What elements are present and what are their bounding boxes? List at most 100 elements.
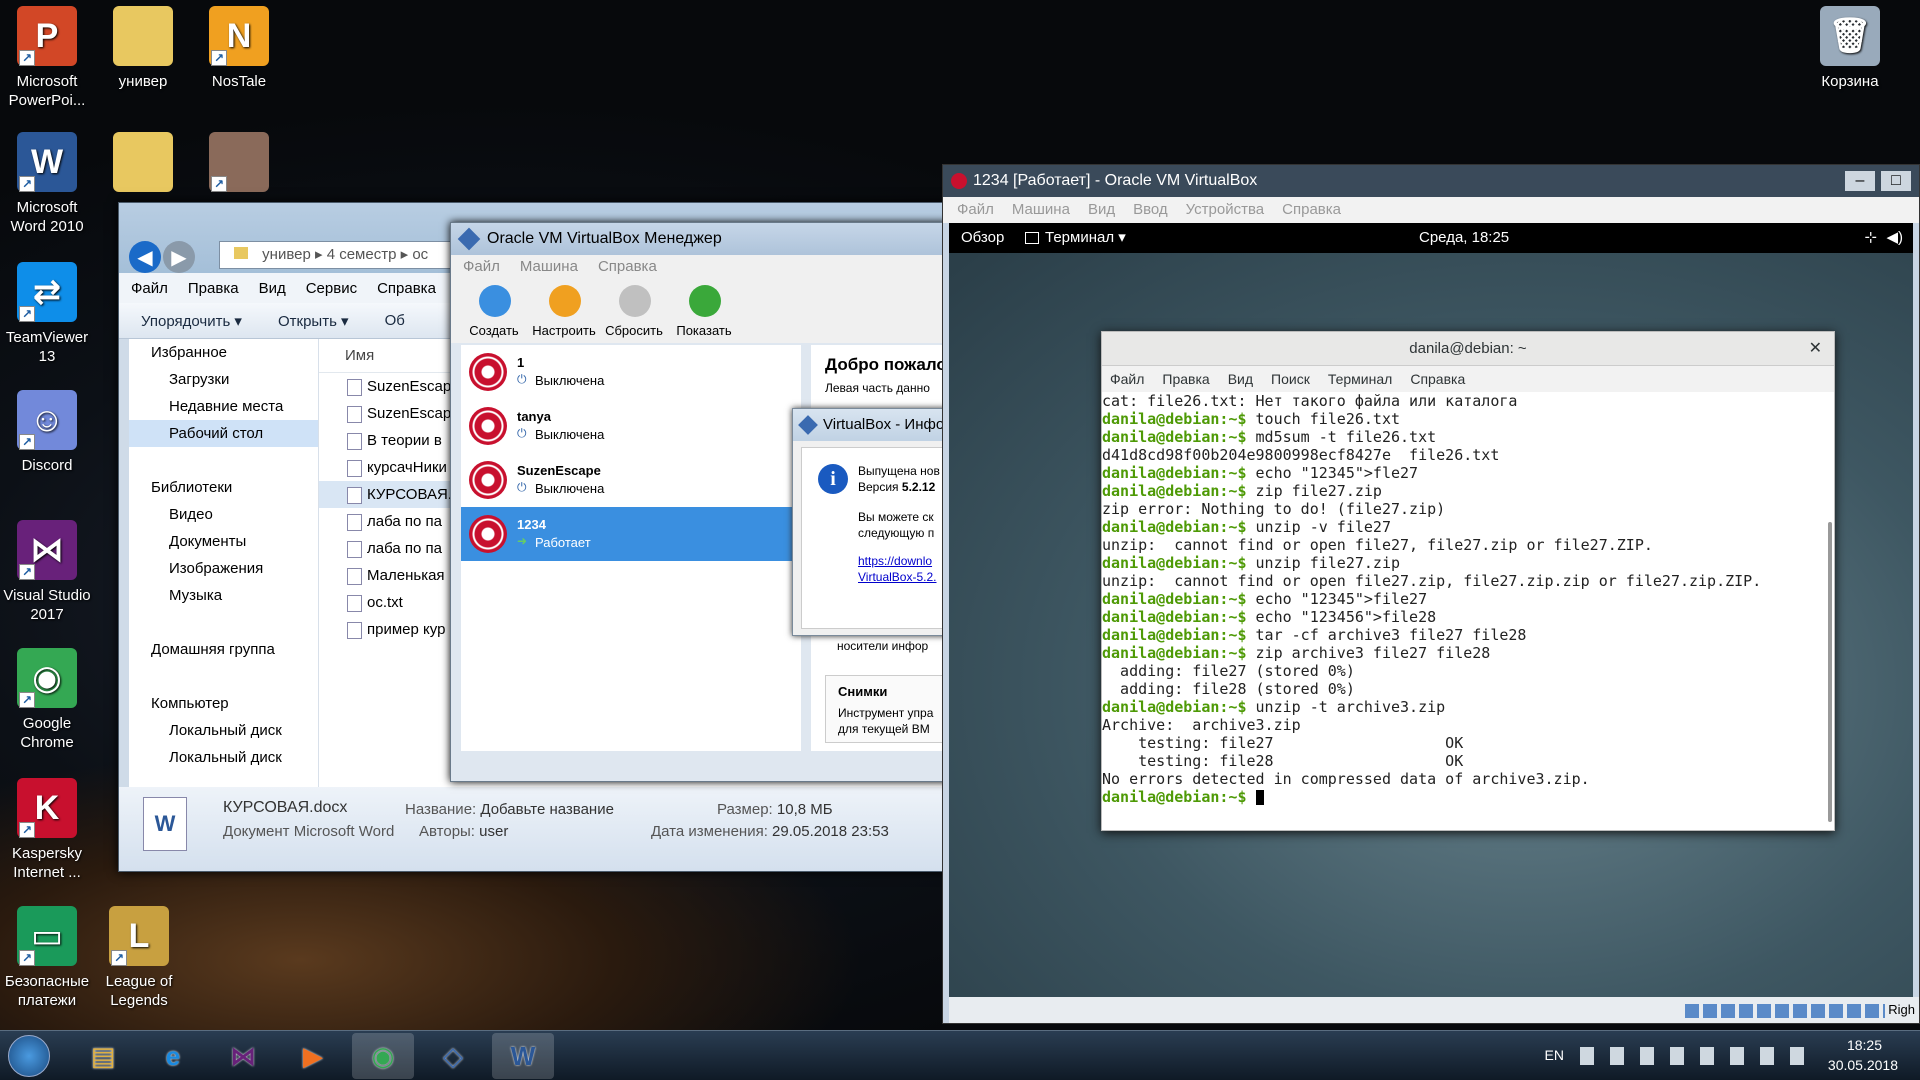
vm-menu-item[interactable]: Устройства [1186, 201, 1264, 218]
forward-icon[interactable]: ▶ [163, 241, 195, 273]
back-icon[interactable]: ◀ [129, 241, 161, 273]
snapshots-heading[interactable]: Снимки [838, 684, 887, 699]
desktop-icon-word[interactable]: W ↗ Microsoft Word 2010 [0, 126, 97, 252]
vbm-menu-item[interactable]: Машина [520, 258, 578, 275]
vm-menu-item[interactable]: Файл [957, 201, 994, 218]
tray-icons[interactable] [1580, 1047, 1820, 1065]
clock-time[interactable]: 18:25 [1847, 1037, 1882, 1053]
breadcrumb[interactable]: универ ▸ 4 семестр ▸ ос [262, 246, 428, 263]
vbm-tool-3[interactable]: Показать [669, 279, 739, 343]
desktop-icon-discord[interactable]: ☺ ↗ Discord [0, 384, 97, 510]
terminal-menu-item[interactable]: Вид [1228, 371, 1253, 387]
close-icon[interactable]: ✕ [1809, 332, 1822, 366]
authors-value[interactable]: user [479, 823, 508, 840]
nav-item[interactable]: Видео [129, 501, 318, 528]
app-menu[interactable]: Терминал ▾ [1045, 223, 1126, 253]
menu-item-3[interactable]: Сервис [306, 280, 357, 297]
nav-item[interactable]: Документы [129, 528, 318, 555]
minimize-button[interactable]: – [1845, 171, 1875, 191]
activities-button[interactable]: Обзор [961, 223, 1004, 253]
breadcrumb-item[interactable]: 4 семестр [327, 246, 397, 263]
nav-item[interactable]: Изображения [129, 555, 318, 582]
desktop-icon-univer1[interactable]: универ [93, 0, 193, 126]
vbm-tool-1[interactable]: Настроить [529, 279, 599, 343]
nav-item[interactable]: Библиотеки [129, 474, 318, 501]
desktop-icon-vs[interactable]: ⋈ ↗ Visual Studio 2017 [0, 514, 97, 640]
vbm-tool-2[interactable]: Сбросить [599, 279, 669, 343]
vm-menu-item[interactable]: Машина [1012, 201, 1070, 218]
vm-list-item[interactable]: 1234 ➜ Работает [461, 507, 801, 561]
nav-item[interactable]: Компьютер [129, 690, 318, 717]
chevron-right-icon[interactable]: ▸ [396, 246, 412, 263]
nav-item[interactable]: Загрузки [129, 366, 318, 393]
terminal-line: No errors detected in compressed data of… [1102, 770, 1834, 788]
nav-item[interactable]: Рабочий стол [129, 420, 318, 447]
terminal-menu-item[interactable]: Поиск [1271, 371, 1310, 387]
taskbar-ie-icon[interactable]: e [142, 1033, 204, 1079]
vbm-menu-item[interactable]: Файл [463, 258, 500, 275]
desktop-icon-ppt[interactable]: P ↗ Microsoft PowerPoi... [0, 0, 97, 126]
toolbar-button-0[interactable]: Упорядочить ▾ [141, 312, 242, 330]
vm-menu-item[interactable]: Справка [1282, 201, 1341, 218]
breadcrumb-item[interactable]: ос [412, 246, 428, 263]
taskbar-media-player-icon[interactable]: ▶ [282, 1033, 344, 1079]
terminal-output[interactable]: cat: file26.txt: Нет такого файла или ка… [1102, 392, 1834, 806]
vm-menu-item[interactable]: Ввод [1133, 201, 1168, 218]
vm-list-item[interactable]: 1 ⏻ Выключена [461, 345, 801, 399]
menu-item-2[interactable]: Вид [259, 280, 286, 297]
scrollbar[interactable] [1828, 522, 1832, 822]
vbm-tool-0[interactable]: Создать [459, 279, 529, 343]
taskbar-virtualbox-icon[interactable]: ◇ [422, 1033, 484, 1079]
language-indicator[interactable]: EN [1545, 1047, 1564, 1063]
download-link[interactable]: https://downlo [858, 554, 932, 568]
terminal-menu-item[interactable]: Терминал [1328, 371, 1392, 387]
terminal-menu-item[interactable]: Файл [1110, 371, 1144, 387]
nav-item[interactable]: Недавние места [129, 393, 318, 420]
vbm-menu-item[interactable]: Справка [598, 258, 657, 275]
vm-window[interactable]: 1234 [Работает] - Oracle VM VirtualBox –… [942, 164, 1920, 1024]
taskbar-chrome-icon[interactable]: ◉ [352, 1033, 414, 1079]
nav-item[interactable]: Домашняя группа [129, 636, 318, 663]
desktop-icon-teamviewer[interactable]: ⇄ ↗ TeamViewer 13 [0, 256, 97, 382]
volume-icon[interactable]: ◀) [1886, 223, 1903, 253]
chevron-right-icon[interactable]: ▸ [311, 246, 327, 263]
taskbar-visual-studio-icon[interactable]: ⋈ [212, 1033, 274, 1079]
desktop-icon-safe[interactable]: ▭ ↗ Безопасные платежи [0, 900, 97, 1026]
clock-date[interactable]: 30.05.2018 [1828, 1057, 1898, 1073]
desktop-icon-nostale[interactable]: N ↗ NosTale [189, 0, 289, 126]
vm-list-item[interactable]: SuzenEscape ⏻ Выключена [461, 453, 801, 507]
vm-list-item[interactable]: tanya ⏻ Выключена [461, 399, 801, 453]
nav-item[interactable]: Избранное [129, 339, 318, 366]
tool-label: Создать [469, 323, 519, 338]
nav-item[interactable]: Музыка [129, 582, 318, 609]
status-icons[interactable] [1684, 1003, 1885, 1018]
start-button[interactable] [8, 1035, 50, 1077]
breadcrumb-item[interactable]: универ [262, 246, 311, 263]
title-value[interactable]: Добавьте название [480, 801, 614, 818]
maximize-button[interactable]: □ [1881, 171, 1911, 191]
vm-menu-item[interactable]: Вид [1088, 201, 1115, 218]
toolbar-button-2[interactable]: Об [385, 312, 405, 329]
terminal-line: adding: file28 (stored 0%) [1102, 680, 1834, 698]
clock[interactable]: Среда, 18:25 [1419, 223, 1509, 253]
nav-item[interactable]: Локальный диск [129, 744, 318, 771]
taskbar-explorer-icon[interactable]: ▤ [72, 1033, 134, 1079]
desktop-icon-lol[interactable]: L ↗ League of Legends [89, 900, 189, 1026]
menu-item-4[interactable]: Справка [377, 280, 436, 297]
terminal-menu-item[interactable]: Правка [1162, 371, 1209, 387]
menu-item-1[interactable]: Правка [188, 280, 239, 297]
guest-screen[interactable]: Обзор Терминал ▾ Среда, 18:25 ⊹ ◀) danil… [949, 223, 1913, 997]
terminal-window[interactable]: danila@debian: ~ ✕ Файл Правка Вид Поиск Тер… [1101, 331, 1835, 831]
desktop-icon-kaspersky[interactable]: K ↗ Kaspersky Internet ... [0, 772, 97, 898]
shortcut-arrow-icon: ↗ [19, 50, 35, 66]
toolbar-button-1[interactable]: Открыть ▾ [278, 312, 349, 330]
chrome-icon: ◉ [371, 1040, 395, 1071]
desktop-icon-trash[interactable]: 🗑 Корзина [1800, 0, 1900, 126]
nav-item[interactable]: Локальный диск [129, 717, 318, 744]
menu-item-0[interactable]: Файл [131, 280, 168, 297]
terminal-menu-item[interactable]: Справка [1410, 371, 1465, 387]
desktop-icon-chrome[interactable]: ◉ ↗ Google Chrome [0, 642, 97, 768]
download-link-2[interactable]: VirtualBox-5.2. [858, 570, 937, 584]
network-icon[interactable]: ⊹ [1864, 223, 1877, 253]
taskbar-word-icon[interactable]: W [492, 1033, 554, 1079]
